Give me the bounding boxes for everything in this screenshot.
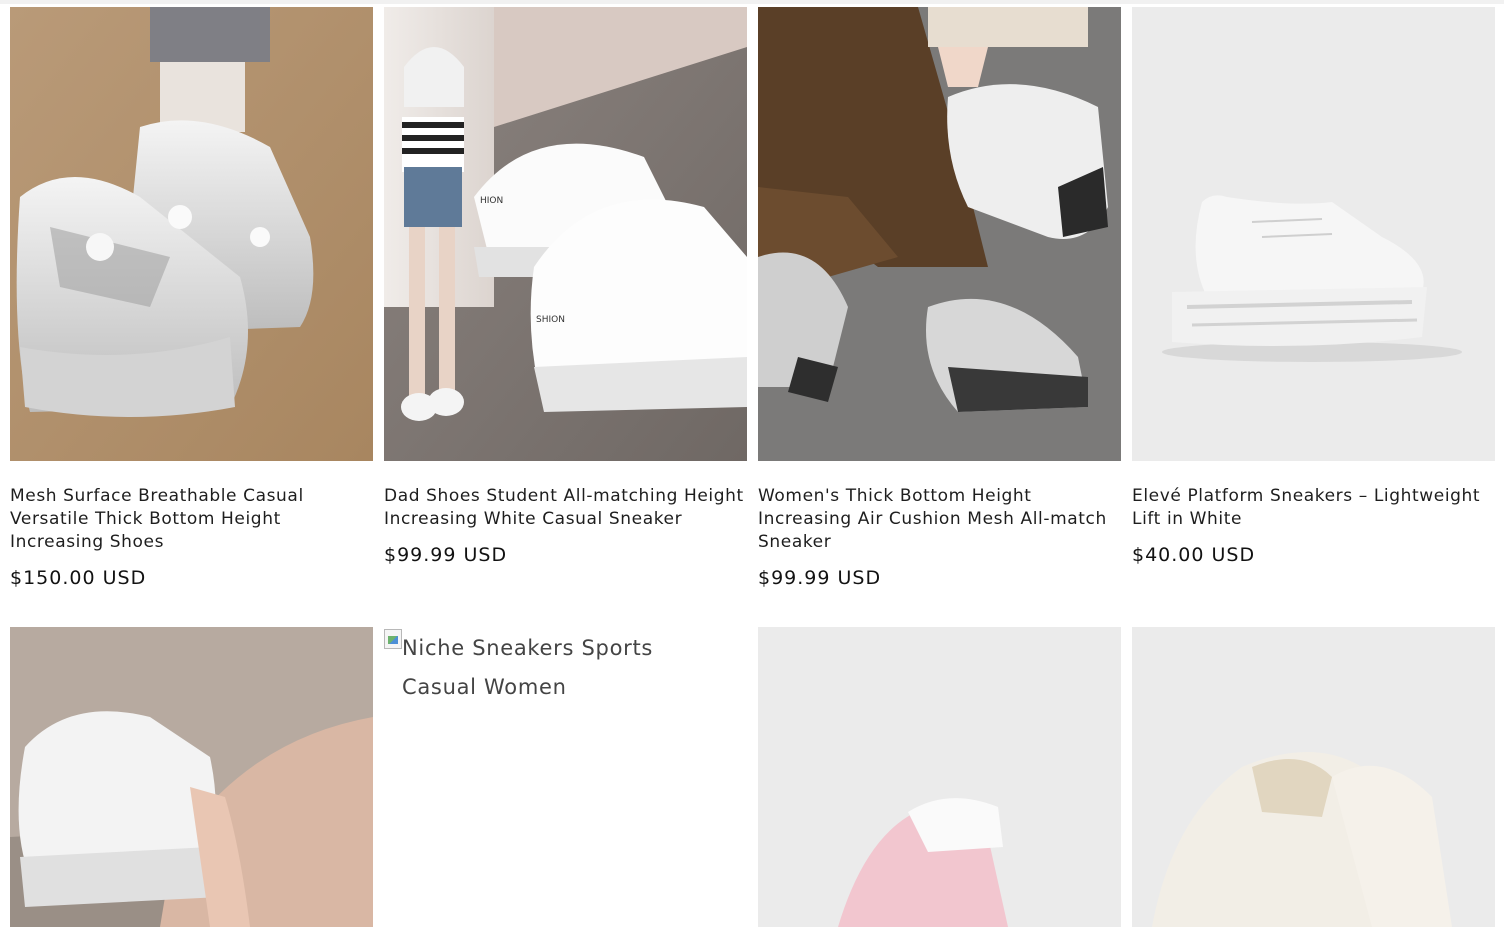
image-brand-text: HION: [480, 196, 503, 206]
product-card[interactable]: [1132, 627, 1495, 927]
product-title[interactable]: Dad Shoes Student All-matching Height In…: [384, 485, 747, 531]
product-image[interactable]: [1132, 7, 1495, 461]
product-card[interactable]: HION SHION Dad Shoes Student All-matchin…: [384, 7, 747, 627]
product-card[interactable]: Mesh Surface Breathable Casual Versatile…: [10, 7, 373, 627]
product-card[interactable]: Niche Sneakers Sports Casual Women: [384, 627, 747, 927]
product-card[interactable]: [758, 627, 1121, 927]
product-image[interactable]: [1132, 627, 1495, 927]
product-image[interactable]: [758, 7, 1121, 461]
product-title[interactable]: Women's Thick Bottom Height Increasing A…: [758, 485, 1121, 554]
product-image-broken[interactable]: Niche Sneakers Sports Casual Women: [384, 627, 747, 927]
product-grid: Mesh Surface Breathable Casual Versatile…: [10, 7, 1495, 927]
image-alt-text: Niche Sneakers Sports Casual Women: [402, 636, 654, 699]
product-image[interactable]: HION SHION: [384, 7, 747, 461]
product-price: $99.99 USD: [758, 567, 882, 589]
product-image[interactable]: [10, 7, 373, 461]
header-divider: [0, 0, 1504, 4]
image-brand-text: SHION: [536, 315, 565, 325]
product-image[interactable]: [758, 627, 1121, 927]
product-title[interactable]: Elevé Platform Sneakers – Lightweight Li…: [1132, 485, 1495, 531]
product-card[interactable]: Elevé Platform Sneakers – Lightweight Li…: [1132, 7, 1495, 627]
broken-image-icon: [384, 629, 402, 649]
product-card[interactable]: Women's Thick Bottom Height Increasing A…: [758, 7, 1121, 627]
product-price: $99.99 USD: [384, 544, 508, 566]
product-price: $40.00 USD: [1132, 544, 1256, 566]
product-price: $150.00 USD: [10, 567, 147, 589]
product-card[interactable]: [10, 627, 373, 927]
product-title[interactable]: Mesh Surface Breathable Casual Versatile…: [10, 485, 373, 554]
product-image[interactable]: [10, 627, 373, 927]
